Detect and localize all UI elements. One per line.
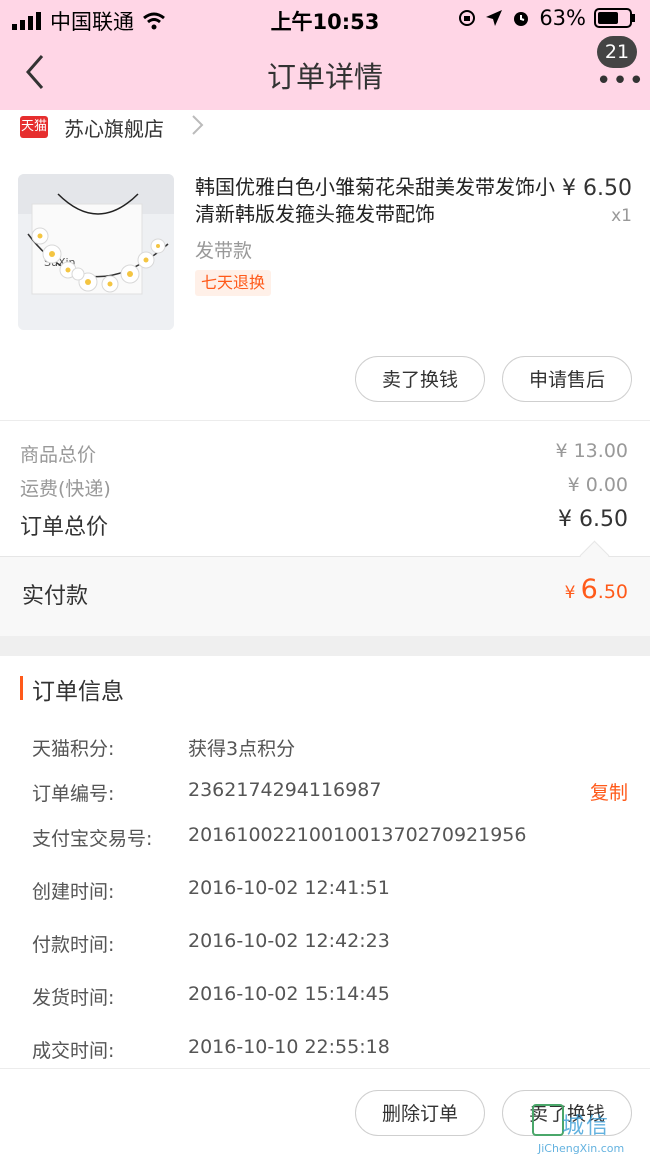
info-value: 获得3点积分 — [188, 738, 296, 760]
battery-icon — [594, 8, 635, 28]
request-aftersale-button[interactable]: 申请售后 — [502, 356, 632, 402]
info-label: 付款时间: — [32, 934, 115, 956]
order-number-value: 2362174294116987 — [188, 779, 382, 801]
info-label: 成交时间: — [32, 1040, 115, 1062]
info-value: 2016-10-02 12:42:23 — [188, 930, 390, 952]
section-gap — [0, 636, 650, 656]
store-name[interactable]: 苏心旗舰店 — [64, 113, 164, 142]
shipping-value: ¥ 0.00 — [567, 474, 628, 496]
order-total-value: ¥ 6.50 — [558, 507, 628, 532]
info-value: 2016-10-02 12:41:51 — [188, 877, 390, 899]
rotation-lock-icon — [459, 10, 476, 26]
return-policy-tag: 七天退换 — [195, 270, 272, 296]
sell-for-cash-button[interactable]: 卖了换钱 — [355, 356, 485, 402]
product-image[interactable]: SuXin — [18, 174, 174, 330]
copy-order-number-button[interactable]: 复制 — [590, 778, 628, 805]
goods-total-label: 商品总价 — [20, 444, 97, 466]
watermark-url: JiChengXin.com — [538, 1142, 625, 1155]
info-value: 2016-10-10 22:55:18 — [188, 1036, 390, 1058]
info-label: 发货时间: — [32, 987, 115, 1009]
product-price: ¥ 6.50 — [562, 176, 632, 201]
product-title[interactable]: 韩国优雅白色小雏菊花朵甜美发带发饰小清新韩版发箍头箍发带配饰 — [195, 174, 555, 228]
info-label: 订单编号: — [32, 783, 115, 805]
order-info-title: 订单信息 — [32, 679, 124, 705]
paid-decimal: .50 — [597, 581, 628, 603]
more-button[interactable]: ••• — [596, 66, 645, 96]
shipping-label: 运费(快递) — [20, 478, 111, 500]
info-label: 天猫积分: — [32, 738, 115, 760]
page-title: 订单详情 — [266, 60, 383, 94]
info-value: 2016-10-02 15:14:45 — [188, 983, 390, 1005]
goods-total-value: ¥ 13.00 — [555, 440, 628, 462]
paid-value: ¥ 6.50 — [565, 574, 628, 605]
tmall-logo: 天猫 — [20, 116, 48, 138]
product-quantity: x1 — [611, 206, 632, 226]
paid-amount-section — [0, 556, 650, 637]
info-label: 支付宝交易号: — [32, 828, 153, 850]
info-label: 创建时间: — [32, 881, 115, 903]
watermark-logo — [532, 1104, 564, 1136]
delete-order-button[interactable]: 删除订单 — [355, 1090, 485, 1136]
battery-percent: 63% — [539, 6, 586, 30]
location-icon — [486, 10, 503, 26]
alarm-icon — [514, 12, 529, 26]
message-count-badge: 21 — [597, 36, 637, 68]
chevron-right-icon[interactable] — [190, 112, 206, 144]
paid-currency: ¥ — [564, 583, 576, 603]
info-value: 2016100221001001370270921956 — [188, 824, 527, 846]
section-accent-bar — [20, 676, 23, 700]
paid-integer: 6 — [580, 574, 598, 605]
watermark-text: 城信 — [562, 1114, 611, 1139]
status-bar-right: 63% — [457, 6, 636, 30]
product-sku: 发带款 — [195, 240, 253, 262]
divider — [0, 420, 650, 421]
paid-label: 实付款 — [22, 584, 89, 609]
order-total-label: 订单总价 — [20, 515, 109, 540]
